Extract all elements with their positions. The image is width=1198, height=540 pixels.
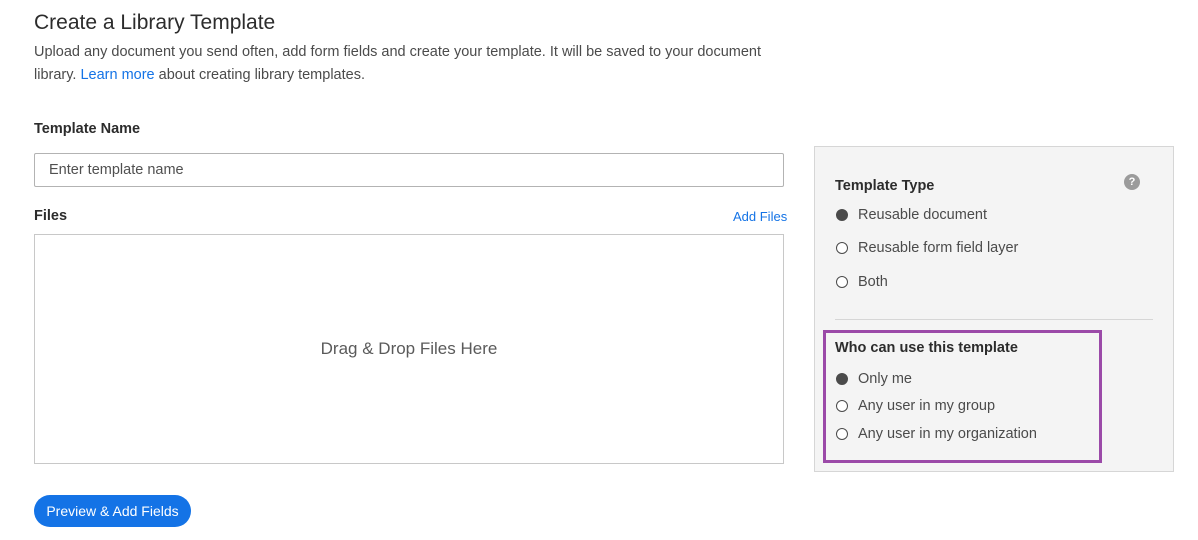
template-name-input[interactable] <box>34 153 784 187</box>
radio-reusable-document[interactable]: Reusable document <box>836 207 987 223</box>
radio-unselected-icon[interactable] <box>836 428 848 440</box>
add-files-link[interactable]: Add Files <box>733 209 787 224</box>
section-divider <box>835 319 1153 320</box>
radio-unselected-icon[interactable] <box>836 400 848 412</box>
radio-any-user-group[interactable]: Any user in my group <box>836 398 995 414</box>
radio-label: Any user in my organization <box>858 426 1037 442</box>
file-dropzone[interactable]: Drag & Drop Files Here <box>34 234 784 464</box>
page-title: Create a Library Template <box>34 11 276 34</box>
radio-selected-icon[interactable] <box>836 209 848 221</box>
question-circle-icon[interactable]: ? <box>1124 174 1140 190</box>
radio-label: Reusable form field layer <box>858 240 1019 256</box>
radio-both[interactable]: Both <box>836 274 888 290</box>
template-options-panel: Template Type ? Reusable document Reusab… <box>814 146 1174 472</box>
radio-unselected-icon[interactable] <box>836 242 848 254</box>
files-label: Files <box>34 208 68 224</box>
radio-label: Only me <box>858 371 912 387</box>
page-description: Upload any document you send often, add … <box>34 41 794 87</box>
radio-selected-icon[interactable] <box>836 373 848 385</box>
radio-any-user-organization[interactable]: Any user in my organization <box>836 426 1037 442</box>
who-can-use-title: Who can use this template <box>835 340 1018 356</box>
radio-label: Reusable document <box>858 207 987 223</box>
dropzone-text: Drag & Drop Files Here <box>320 339 498 358</box>
radio-label: Both <box>858 274 888 290</box>
preview-add-fields-button[interactable]: Preview & Add Fields <box>34 495 191 527</box>
description-text-2: about creating library templates. <box>158 67 365 83</box>
radio-unselected-icon[interactable] <box>836 276 848 288</box>
learn-more-link[interactable]: Learn more <box>80 67 154 83</box>
radio-reusable-form-field-layer[interactable]: Reusable form field layer <box>836 240 1018 256</box>
radio-only-me[interactable]: Only me <box>836 371 912 387</box>
template-name-label: Template Name <box>34 121 141 137</box>
radio-label: Any user in my group <box>858 398 996 414</box>
template-type-title: Template Type <box>835 178 935 194</box>
